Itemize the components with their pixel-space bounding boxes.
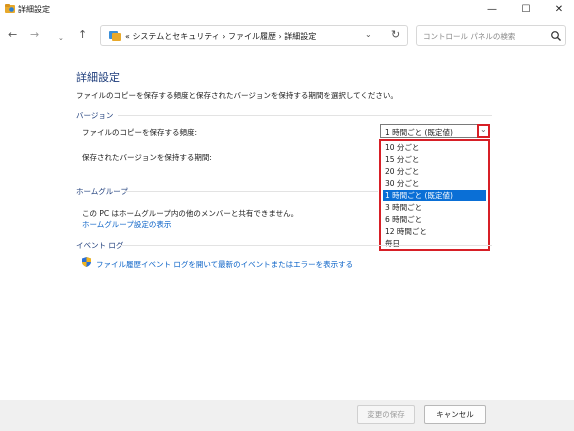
homegroup-message: この PC はホームグループ内の他のメンバーと共有できません。	[82, 209, 299, 218]
up-button[interactable]: ↑	[78, 28, 87, 42]
frequency-option[interactable]: 毎日	[383, 238, 486, 249]
footer-bar: 変更の保存 キャンセル	[0, 400, 574, 431]
search-icon[interactable]	[550, 30, 562, 42]
recent-locations-button[interactable]: ⌄	[58, 31, 64, 45]
chevron-down-icon: ⌄	[480, 125, 487, 134]
frequency-label: ファイルのコピーを保存する頻度:	[82, 128, 198, 137]
frequency-option[interactable]: 20 分ごと	[383, 166, 486, 177]
cancel-button[interactable]: キャンセル	[424, 405, 486, 424]
save-changes-button[interactable]: 変更の保存	[357, 405, 415, 424]
frequency-select[interactable]: 1 時間ごと (既定値) ⌄	[380, 124, 490, 138]
back-button[interactable]: ←	[8, 28, 17, 42]
search-input[interactable]: コントロール パネルの検索	[416, 25, 566, 46]
folder-history-icon	[5, 4, 15, 13]
breadcrumb[interactable]: « システムとセキュリティ › ファイル履歴 › 詳細設定	[125, 31, 316, 42]
maximize-button[interactable]: ☐	[514, 2, 538, 18]
shield-icon	[82, 257, 91, 267]
eventlog-link[interactable]: ファイル履歴イベント ログを開いて最新のイベントまたはエラーを表示する	[96, 259, 353, 270]
title-bar: 詳細設定 — ☐ ✕	[0, 0, 574, 20]
group-divider	[124, 191, 378, 192]
refresh-button[interactable]: ↻	[391, 28, 400, 41]
homegroup-group-header: ホームグループ	[76, 187, 128, 196]
frequency-option[interactable]: 3 時間ごと	[383, 202, 486, 213]
group-divider	[120, 245, 492, 246]
frequency-option[interactable]: 15 分ごと	[383, 154, 486, 165]
forward-button[interactable]: →	[30, 28, 39, 42]
frequency-dropdown-button[interactable]: ⌄	[477, 124, 490, 138]
frequency-option-selected[interactable]: 1 時間ごと (既定値)	[383, 190, 486, 201]
search-placeholder: コントロール パネルの検索	[423, 32, 516, 41]
frequency-option[interactable]: 12 時間ごと	[383, 226, 486, 237]
control-panel-icon	[109, 31, 121, 41]
close-button[interactable]: ✕	[547, 2, 571, 18]
eventlog-group-header: イベント ログ	[76, 241, 124, 250]
frequency-selected-value: 1 時間ごと (既定値)	[385, 128, 453, 137]
homegroup-settings-link[interactable]: ホームグループ設定の表示	[82, 219, 171, 230]
address-bar[interactable]: « システムとセキュリティ › ファイル履歴 › 詳細設定 ⌄ ↻	[100, 25, 408, 46]
frequency-option[interactable]: 30 分ごと	[383, 178, 486, 189]
instruction-text: ファイルのコピーを保存する頻度と保存されたバージョンを保持する期間を選択してくだ…	[76, 91, 398, 100]
address-dropdown-button[interactable]: ⌄	[365, 30, 372, 39]
frequency-option[interactable]: 10 分ごと	[383, 142, 486, 153]
frequency-option[interactable]: 6 時間ごと	[383, 214, 486, 225]
keep-versions-label: 保存されたバージョンを保持する期間:	[82, 153, 212, 162]
window-title: 詳細設定	[18, 5, 50, 14]
page-title: 詳細設定	[76, 71, 120, 84]
frequency-dropdown-list[interactable]: 10 分ごと 15 分ごと 20 分ごと 30 分ごと 1 時間ごと (既定値)…	[379, 139, 490, 251]
group-divider	[118, 115, 492, 116]
minimize-button[interactable]: —	[480, 2, 504, 18]
navigation-bar: ← → ⌄ ↑ « システムとセキュリティ › ファイル履歴 › 詳細設定 ⌄ …	[0, 22, 574, 48]
versions-group-header: バージョン	[76, 111, 114, 120]
